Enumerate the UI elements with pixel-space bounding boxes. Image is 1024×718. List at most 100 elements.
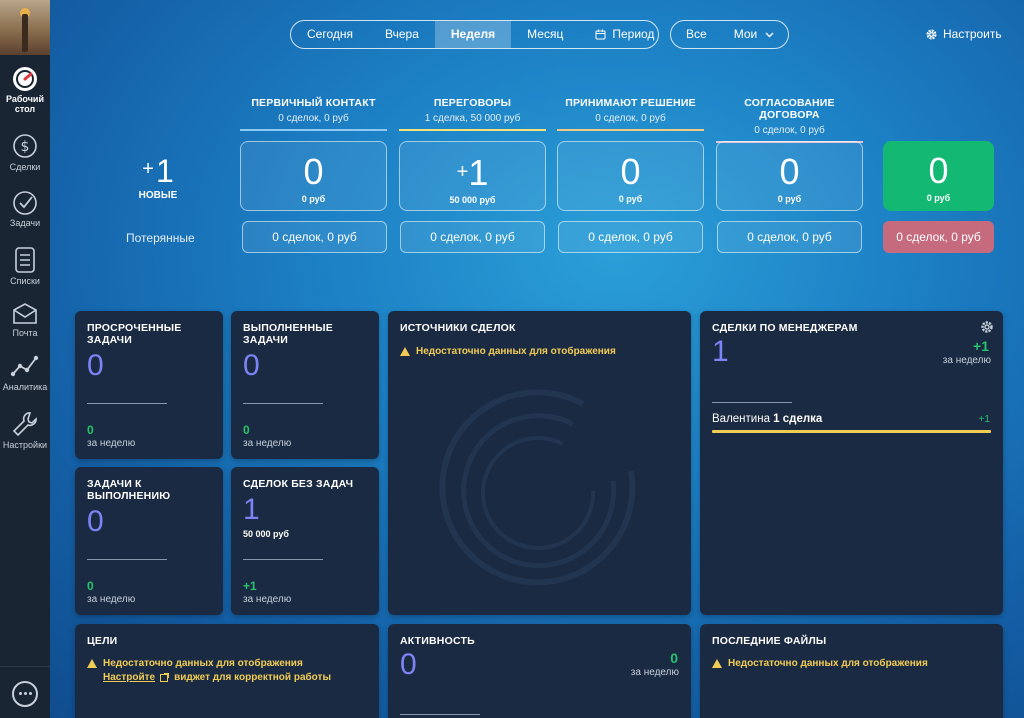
widget-overdue-tasks[interactable]: ПРОСРОЧЕННЫЕ ЗАДАЧИ 0 0 за неделю (75, 311, 223, 459)
sidebar-item-label: Задачи (9, 218, 41, 228)
gear-icon[interactable] (980, 320, 994, 334)
widget-period: за неделю (243, 594, 292, 605)
configure-label: Настроить (943, 27, 1002, 41)
widget-value: 1 (712, 335, 729, 368)
stage-summary: 0 сделок, 0 руб (278, 113, 349, 124)
widget-delta: 0 (670, 650, 678, 666)
widget-done-tasks[interactable]: ВЫПОЛНЕННЫЕ ЗАДАЧИ 0 0 за неделю (231, 311, 379, 459)
widget-title: СДЕЛКИ ПО МЕНЕДЖЕРАМ (712, 322, 858, 334)
stage-box[interactable]: 0 0 руб (716, 141, 863, 211)
lists-icon (15, 247, 35, 273)
lost-total[interactable]: 0 сделок, 0 руб (883, 221, 994, 253)
tab-yesterday[interactable]: Вчера (369, 21, 435, 48)
calendar-icon (595, 29, 606, 40)
warning-text: Недостаточно данных для отображения (103, 658, 303, 669)
sidebar-item-deals[interactable]: $ Сделки (0, 132, 50, 172)
widget-activity[interactable]: АКТИВНОСТЬ 0 0 за неделю (388, 624, 691, 718)
sidebar-item-mail[interactable]: Почта (0, 302, 50, 338)
stage-color-bar (557, 129, 704, 131)
wrench-icon (12, 412, 37, 437)
warning: Недостаточно данных для отображения (712, 658, 928, 669)
chat-icon (12, 681, 38, 707)
stage-value: +1 (456, 152, 489, 193)
new-deals[interactable]: +1 НОВЫЕ (118, 152, 198, 201)
stage-sum: 0 руб (618, 194, 643, 204)
widget-value: 0 (87, 349, 104, 382)
stage-lost[interactable]: 0 сделок, 0 руб (717, 221, 862, 253)
widget-last-files[interactable]: ПОСЛЕДНИЕ ФАЙЛЫ Недостаточно данных для … (700, 624, 1003, 718)
won-value: 0 (928, 150, 949, 191)
gear-icon (926, 28, 937, 40)
sidebar-item-lists[interactable]: Списки (0, 246, 50, 286)
chat-button[interactable] (0, 666, 50, 718)
stage-sum: 0 руб (301, 194, 326, 204)
sidebar-item-label: Списки (10, 276, 40, 286)
scope-switcher: Все Мои (670, 20, 789, 49)
manager-row[interactable]: Валентина 1 сделка (712, 413, 822, 425)
stage-value: 0 (620, 151, 641, 192)
stage-summary: 0 сделок, 0 руб (595, 113, 666, 124)
widget-delta: +1 (973, 338, 989, 354)
sidebar-item-analytics[interactable]: Аналитика (0, 354, 50, 392)
won-sum: 0 руб (926, 193, 951, 203)
chevron-down-icon (765, 32, 774, 37)
stage-header: ПЕРЕГОВОРЫ 1 сделка, 50 000 руб (399, 97, 546, 131)
empty-donut-placeholder (439, 389, 636, 586)
period-switcher: Сегодня Вчера Неделя Месяц Период (290, 20, 659, 49)
widget-todo-tasks[interactable]: ЗАДАЧИ К ВЫПОЛНЕНИЮ 0 0 за неделю (75, 467, 223, 615)
tab-mine[interactable]: Мои (722, 21, 785, 48)
sidebar-item-dashboard[interactable]: Рабочий стол (0, 66, 50, 114)
widget-goals[interactable]: ЦЕЛИ Недостаточно данных для отображения… (75, 624, 379, 718)
goals-hint: Настройте виджет для корректной работы (103, 672, 331, 683)
tab-mine-label: Мои (733, 27, 758, 41)
stage-box[interactable]: 0 0 руб (240, 141, 387, 211)
widget-period: за неделю (243, 438, 292, 449)
stage-sum: 50 000 руб (449, 195, 496, 205)
won-box[interactable]: 0 0 руб (883, 141, 994, 211)
divider (712, 402, 792, 403)
widget-deals-without-tasks[interactable]: СДЕЛОК БЕЗ ЗАДАЧ 1 50 000 руб +1 за неде… (231, 467, 379, 615)
stage-box[interactable]: +1 50 000 руб (399, 141, 546, 211)
tab-all[interactable]: Все (671, 21, 722, 48)
stage-summary: 0 сделок, 0 руб (754, 125, 825, 136)
widget-title: АКТИВНОСТЬ (400, 635, 475, 647)
sidebar-item-label: Сделки (9, 162, 41, 172)
tab-period[interactable]: Период (579, 21, 658, 48)
sidebar: Рабочий стол $ Сделки Задачи Списки Почт… (0, 0, 50, 718)
stage-value: 0 (303, 151, 324, 192)
stage-title: ПЕРВИЧНЫЙ КОНТАКТ (251, 97, 376, 109)
new-deals-label: НОВЫЕ (138, 190, 178, 201)
stage-lost[interactable]: 0 сделок, 0 руб (242, 221, 387, 253)
widget-value: 0 (400, 648, 417, 681)
widget-title: ПРОСРОЧЕННЫЕ ЗАДАЧИ (87, 322, 182, 346)
widget-title: ВЫПОЛНЕННЫЕ ЗАДАЧИ (243, 322, 333, 346)
widget-value: 0 (243, 349, 260, 382)
sidebar-item-tasks[interactable]: Задачи (0, 190, 50, 228)
widget-period: за неделю (942, 355, 991, 366)
configure-link[interactable]: Настройте (103, 672, 155, 683)
stage-lost[interactable]: 0 сделок, 0 руб (400, 221, 545, 253)
warning-icon (400, 347, 410, 356)
divider (87, 559, 167, 560)
warning-icon (712, 659, 722, 668)
configure-button[interactable]: Настроить (925, 27, 1002, 41)
avatar[interactable] (0, 0, 50, 55)
mail-icon (13, 303, 37, 324)
manager-bar (712, 430, 991, 433)
widget-delta: +1 (243, 579, 257, 593)
stage-box[interactable]: 0 0 руб (557, 141, 704, 211)
tab-week[interactable]: Неделя (434, 21, 512, 48)
widget-title: ЦЕЛИ (87, 635, 118, 647)
warning-text: Недостаточно данных для отображения (416, 346, 616, 357)
sidebar-item-settings[interactable]: Настройки (0, 410, 50, 450)
analytics-icon (10, 355, 39, 377)
widget-deal-sources[interactable]: ИСТОЧНИКИ СДЕЛОК Недостаточно данных для… (388, 311, 691, 615)
tab-month[interactable]: Месяц (511, 21, 579, 48)
tab-period-label: Период (612, 27, 655, 41)
lost-label: Потерянные (126, 231, 195, 245)
svg-text:$: $ (21, 139, 30, 155)
tab-today[interactable]: Сегодня (291, 21, 369, 48)
widget-deals-by-managers[interactable]: СДЕЛКИ ПО МЕНЕДЖЕРАМ 1 +1 за неделю Вале… (700, 311, 1003, 615)
divider (243, 559, 323, 560)
stage-lost[interactable]: 0 сделок, 0 руб (558, 221, 703, 253)
